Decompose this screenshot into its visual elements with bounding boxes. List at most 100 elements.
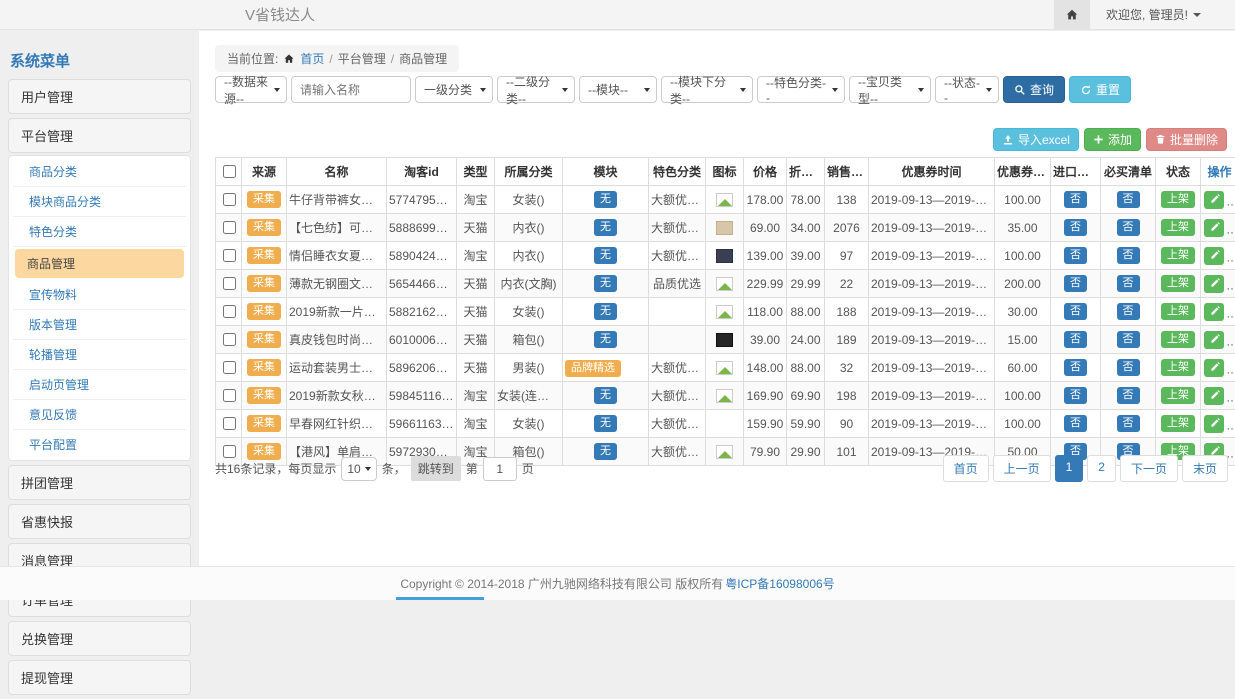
page-button[interactable]: 末页: [1182, 455, 1228, 482]
status-toggle[interactable]: 上架: [1161, 303, 1195, 320]
row-checkbox[interactable]: [223, 333, 236, 346]
add-button[interactable]: 添加: [1084, 128, 1141, 151]
per-page-select[interactable]: 10: [341, 457, 376, 481]
breadcrumb-item-home[interactable]: 首页: [300, 50, 324, 67]
sidebar-section[interactable]: 拼团管理: [8, 465, 191, 500]
import-excel-button[interactable]: 导入excel: [993, 128, 1079, 151]
sidebar-item-active[interactable]: 商品管理: [15, 249, 184, 278]
page-button[interactable]: 首页: [943, 455, 989, 482]
edit-button[interactable]: [1204, 191, 1224, 209]
import-select-toggle[interactable]: 否: [1064, 415, 1087, 432]
must-buy-toggle[interactable]: 否: [1117, 219, 1140, 236]
status-toggle[interactable]: 上架: [1161, 191, 1195, 208]
sidebar-item[interactable]: 启动页管理: [13, 370, 186, 400]
status-toggle[interactable]: 上架: [1161, 359, 1195, 376]
page-button[interactable]: 2: [1087, 455, 1116, 482]
search-button[interactable]: 查询: [1003, 76, 1065, 103]
filter-select[interactable]: --特色分类--: [757, 76, 845, 103]
icp-link[interactable]: 粤ICP备16098006号: [725, 575, 834, 592]
row-checkbox[interactable]: [223, 249, 236, 262]
sidebar-section[interactable]: 平台管理: [8, 118, 191, 153]
row-checkbox[interactable]: [223, 417, 236, 430]
row-checkbox[interactable]: [223, 221, 236, 234]
import-select-toggle[interactable]: 否: [1064, 191, 1087, 208]
import-select-toggle[interactable]: 否: [1064, 275, 1087, 292]
reset-button[interactable]: 重置: [1069, 76, 1131, 103]
status-cell: 上架: [1156, 186, 1201, 214]
sidebar-section[interactable]: 兑换管理: [8, 621, 191, 656]
status-toggle[interactable]: 上架: [1161, 275, 1195, 292]
sidebar-item[interactable]: 版本管理: [13, 310, 186, 340]
edit-button[interactable]: [1204, 415, 1224, 433]
import-select-toggle[interactable]: 否: [1064, 247, 1087, 264]
name-search-input[interactable]: [291, 76, 411, 103]
edit-button[interactable]: [1204, 331, 1224, 349]
must-buy-toggle[interactable]: 否: [1117, 191, 1140, 208]
import-select-cell: 否: [1051, 382, 1101, 410]
import-select-toggle[interactable]: 否: [1064, 387, 1087, 404]
must-buy-toggle[interactable]: 否: [1117, 359, 1140, 376]
sidebar-item[interactable]: 轮播管理: [13, 340, 186, 370]
edit-button[interactable]: [1204, 219, 1224, 237]
home-button[interactable]: [1054, 0, 1090, 29]
status-toggle[interactable]: 上架: [1161, 415, 1195, 432]
edit-button[interactable]: [1204, 359, 1224, 377]
sidebar-section[interactable]: 提现管理: [8, 660, 191, 695]
page-button-active[interactable]: 1: [1055, 455, 1084, 482]
page-button[interactable]: 上一页: [993, 455, 1051, 482]
caret-down-icon: [644, 88, 650, 92]
filter-select[interactable]: --状态--: [935, 76, 999, 103]
sidebar-item[interactable]: 意见反馈: [13, 400, 186, 430]
module-cell: 无: [563, 242, 649, 270]
filter-select[interactable]: --二级分类--: [497, 76, 575, 103]
import-select-toggle[interactable]: 否: [1064, 331, 1087, 348]
select-all-checkbox[interactable]: [223, 165, 236, 178]
sidebar-item[interactable]: 模块商品分类: [13, 187, 186, 217]
status-toggle[interactable]: 上架: [1161, 387, 1195, 404]
import-select-toggle[interactable]: 否: [1064, 219, 1087, 236]
must-buy-toggle[interactable]: 否: [1117, 331, 1140, 348]
filter-select[interactable]: --模块下分类--: [661, 76, 753, 103]
status-toggle[interactable]: 上架: [1161, 247, 1195, 264]
price: 159.90: [744, 410, 787, 438]
edit-button[interactable]: [1204, 247, 1224, 265]
coupon-time: 2019-09-13—2019-09-20: [869, 326, 995, 354]
product-name: 运动套装男士卫衣初秋...: [287, 354, 387, 382]
status-toggle[interactable]: 上架: [1161, 331, 1195, 348]
sidebar-section[interactable]: 用户管理: [8, 79, 191, 114]
must-buy-toggle[interactable]: 否: [1117, 387, 1140, 404]
sidebar-item[interactable]: 商品分类: [13, 157, 186, 187]
status-toggle[interactable]: 上架: [1161, 219, 1195, 236]
row-checkbox[interactable]: [223, 193, 236, 206]
batch-delete-button[interactable]: 批量删除: [1146, 128, 1227, 151]
edit-button[interactable]: [1204, 275, 1224, 293]
row-checkbox[interactable]: [223, 305, 236, 318]
sidebar-section[interactable]: 省惠快报: [8, 504, 191, 539]
must-buy-toggle[interactable]: 否: [1117, 247, 1140, 264]
taoke-id: 588869917501: [387, 214, 457, 242]
data-source-select[interactable]: --数据来源--: [215, 76, 287, 103]
page-button[interactable]: 下一页: [1120, 455, 1178, 482]
import-select-toggle[interactable]: 否: [1064, 359, 1087, 376]
filter-select[interactable]: --模块--: [579, 76, 657, 103]
source-cell: 采集: [242, 270, 287, 298]
edit-button[interactable]: [1204, 387, 1224, 405]
sidebar-item[interactable]: 宣传物料: [13, 280, 186, 310]
filter-select[interactable]: --宝贝类型--: [849, 76, 931, 103]
must-buy-toggle[interactable]: 否: [1117, 415, 1140, 432]
user-menu[interactable]: 欢迎您, 管理员!: [1090, 6, 1235, 23]
record-summary: 共16条记录，每页显示: [215, 460, 336, 477]
import-select-toggle[interactable]: 否: [1064, 303, 1087, 320]
sidebar-item[interactable]: 平台配置: [13, 430, 186, 459]
sidebar-item[interactable]: 特色分类: [13, 217, 186, 247]
row-checkbox[interactable]: [223, 277, 236, 290]
jump-page-input[interactable]: [483, 457, 517, 481]
must-buy-cell: 否: [1101, 242, 1156, 270]
jump-button[interactable]: 跳转到: [411, 456, 461, 481]
must-buy-toggle[interactable]: 否: [1117, 303, 1140, 320]
filter-select[interactable]: 一级分类: [415, 76, 493, 103]
must-buy-toggle[interactable]: 否: [1117, 275, 1140, 292]
edit-button[interactable]: [1204, 303, 1224, 321]
row-checkbox[interactable]: [223, 361, 236, 374]
row-checkbox[interactable]: [223, 389, 236, 402]
